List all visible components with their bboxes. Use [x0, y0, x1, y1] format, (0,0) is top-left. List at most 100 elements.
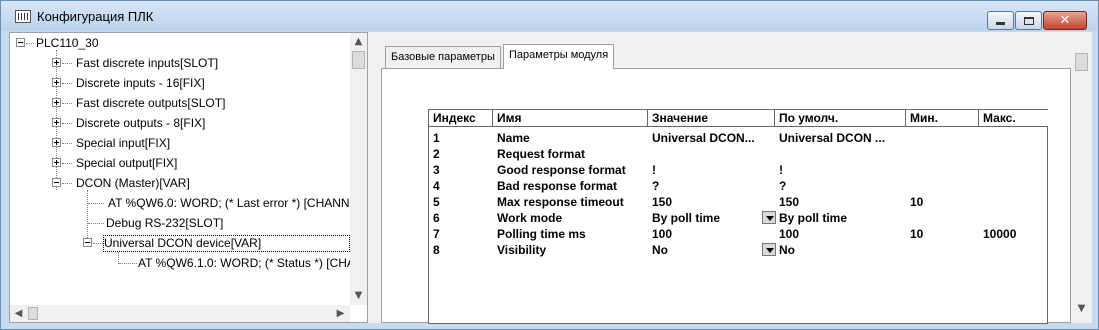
cell-default: 150 — [779, 195, 800, 209]
cell-min: 10 — [910, 227, 924, 241]
minimize-button[interactable] — [987, 11, 1014, 30]
cell-index[interactable]: 2 — [433, 146, 440, 162]
cell-index[interactable]: 5 — [433, 194, 440, 210]
tree-line — [62, 183, 72, 184]
tree-item-status-channel[interactable]: AT %QW6.1.0: WORD; (* Status *) [CHA — [138, 256, 355, 271]
cell-index[interactable]: 6 — [433, 210, 440, 226]
parameters-grid[interactable]: Индекс Имя Значение По умолч. Мин. Макс.… — [428, 109, 1048, 324]
client-area: PLC110_30 Fast discrete inputs[SLOT] Dis… — [9, 32, 1092, 324]
tree-root[interactable]: PLC110_30 — [36, 36, 99, 51]
cell-name[interactable]: Name — [497, 130, 530, 146]
cell-name[interactable]: Work mode — [497, 210, 562, 226]
tree-line — [93, 243, 103, 244]
plc-config-window: Конфигурация ПЛК ✕ PLC110_30 Fast discre… — [0, 0, 1099, 330]
dropdown-icon[interactable] — [762, 211, 776, 224]
column-header-max[interactable]: Макс. — [979, 110, 1048, 127]
column-header-min[interactable]: Мин. — [906, 110, 979, 127]
scroll-left-icon[interactable]: ◀ — [10, 305, 27, 322]
cell-value[interactable]: 150 — [652, 194, 672, 210]
tree-item-universal-dcon-device[interactable]: Universal DCON device[VAR] — [103, 235, 350, 252]
expand-icon[interactable] — [52, 58, 61, 67]
cell-default: ! — [779, 163, 783, 177]
cell-value[interactable]: Universal DCON... — [652, 130, 774, 146]
cell-index[interactable]: 4 — [433, 178, 440, 194]
tree-item-discrete-inputs[interactable]: Discrete inputs - 16[FIX] — [76, 76, 205, 91]
tree-item-special-input[interactable]: Special input[FIX] — [76, 136, 170, 151]
tab-base-parameters[interactable]: Базовые параметры — [385, 46, 501, 68]
cell-value[interactable]: ? — [652, 178, 659, 194]
cell-value[interactable]: No — [652, 242, 668, 258]
tree-line — [62, 163, 72, 164]
cell-default: No — [779, 243, 795, 257]
tab-page: Индекс Имя Значение По умолч. Мин. Макс.… — [381, 68, 1071, 324]
expand-icon[interactable] — [52, 98, 61, 107]
close-icon: ✕ — [1059, 13, 1071, 28]
cell-index[interactable]: 7 — [433, 226, 440, 242]
tree-item-dcon-master[interactable]: DCON (Master)[VAR] — [76, 176, 190, 191]
cell-default: ? — [779, 179, 787, 193]
tab-module-parameters[interactable]: Параметры модуля — [503, 44, 615, 69]
collapse-icon[interactable] — [16, 38, 25, 47]
scroll-right-icon[interactable]: ▶ — [332, 305, 349, 322]
column-header-index[interactable]: Индекс — [429, 110, 493, 127]
cell-name[interactable]: Max response timeout — [497, 194, 624, 210]
scroll-down-icon[interactable]: ▼ — [350, 287, 367, 304]
panel-vertical-scrollbar[interactable]: ▲ ▼ — [1073, 50, 1090, 321]
expand-icon[interactable] — [52, 118, 61, 127]
collapse-icon[interactable] — [52, 178, 61, 187]
tree-item-fast-discrete-outputs[interactable]: Fast discrete outputs[SLOT] — [76, 96, 225, 111]
minimize-icon — [996, 22, 1005, 25]
cell-name[interactable]: Request format — [497, 146, 585, 162]
tree-line — [62, 123, 72, 124]
expand-icon[interactable] — [52, 158, 61, 167]
dropdown-icon[interactable] — [762, 243, 776, 256]
cell-name[interactable]: Bad response format — [497, 178, 617, 194]
scroll-up-icon[interactable]: ▲ — [350, 33, 367, 50]
tree-horizontal-scrollbar[interactable]: ◀ ▶ — [10, 305, 350, 322]
tree-line — [88, 223, 104, 224]
scroll-thumb[interactable] — [1075, 53, 1088, 71]
tree-item-debug-rs232[interactable]: Debug RS-232[SLOT] — [106, 216, 223, 231]
tree-line — [119, 263, 137, 264]
cell-default: Universal DCON ... — [779, 131, 886, 145]
column-header-name[interactable]: Имя — [493, 110, 648, 127]
scroll-thumb[interactable] — [352, 51, 365, 69]
tree-item-fast-discrete-inputs[interactable]: Fast discrete inputs[SLOT] — [76, 56, 218, 71]
tree-item-discrete-outputs[interactable]: Discrete outputs - 8[FIX] — [76, 116, 205, 131]
column-header-value[interactable]: Значение — [648, 110, 775, 127]
collapse-icon[interactable] — [83, 238, 92, 247]
cell-value[interactable]: 100 — [652, 226, 672, 242]
maximize-icon — [1023, 16, 1034, 25]
window-title: Конфигурация ПЛК — [37, 9, 154, 24]
module-panel: Базовые параметры Параметры модуля Индек… — [371, 32, 1092, 324]
cell-value[interactable]: By poll time — [652, 210, 720, 226]
column-header-default[interactable]: По умолч. — [775, 110, 906, 127]
cell-index[interactable]: 3 — [433, 162, 440, 178]
cell-default: 100 — [779, 227, 800, 241]
config-tree[interactable]: PLC110_30 Fast discrete inputs[SLOT] Dis… — [9, 32, 368, 323]
maximize-button[interactable] — [1015, 11, 1042, 30]
tree-item-last-error-channel[interactable]: AT %QW6.0: WORD; (* Last error *) [CHANN — [108, 196, 350, 211]
cell-min: 10 — [910, 195, 924, 209]
tree-line — [87, 190, 88, 244]
tree-line — [62, 83, 72, 84]
expand-icon[interactable] — [52, 78, 61, 87]
title-bar[interactable]: Конфигурация ПЛК ✕ — [1, 1, 1098, 31]
cell-name[interactable]: Polling time ms — [497, 226, 586, 242]
cell-value[interactable]: ! — [652, 162, 656, 178]
scroll-down-icon[interactable]: ▼ — [1073, 300, 1090, 317]
cell-index[interactable]: 8 — [433, 242, 440, 258]
cell-index[interactable]: 1 — [433, 130, 440, 146]
cell-max: 10000 — [983, 227, 1017, 241]
tree-line — [62, 63, 72, 64]
cell-name[interactable]: Good response format — [497, 162, 626, 178]
tree-line — [62, 143, 72, 144]
tree-line — [62, 103, 72, 104]
expand-icon[interactable] — [52, 138, 61, 147]
cell-default: By poll time — [779, 211, 848, 225]
tree-item-special-output[interactable]: Special output[FIX] — [76, 156, 177, 171]
scroll-thumb[interactable] — [28, 307, 38, 320]
cell-name[interactable]: Visibility — [497, 242, 546, 258]
close-button[interactable]: ✕ — [1043, 11, 1087, 30]
tree-vertical-scrollbar[interactable]: ▲ ▼ — [350, 33, 367, 305]
